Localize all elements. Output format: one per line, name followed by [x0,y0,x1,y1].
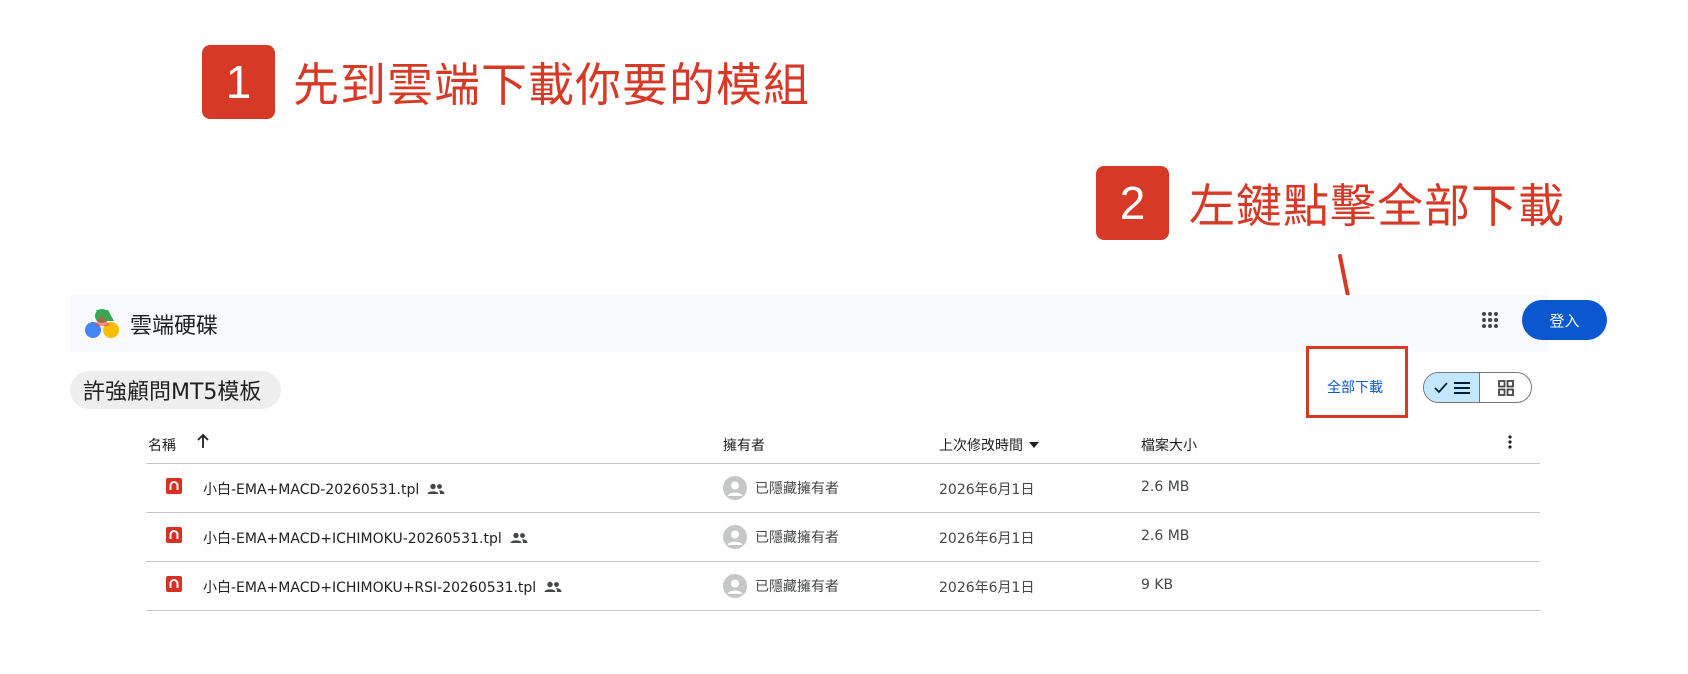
sort-down-caret-icon [1029,442,1039,448]
file-icon [166,478,182,494]
file-icon [166,576,182,592]
grid-view-button[interactable] [1480,373,1531,402]
drive-logo-icon[interactable] [84,308,120,340]
column-header-modified-label: 上次修改時間 [939,438,1023,454]
file-icon-cell [166,478,182,494]
app-name: 雲端硬碟 [130,313,219,339]
owner-cell: 已隱藏擁有者 [723,476,839,500]
modified-date: 2026年6月1日 [939,531,1035,547]
folder-title-chip[interactable]: 許強顧問MT5模板 [70,371,282,409]
column-header-size[interactable]: 檔案大小 [1141,435,1197,455]
file-name-cell[interactable]: 小白-EMA+MACD+ICHIMOKU-20260531.tpl [203,528,528,548]
step-instruction: 先到雲端下載你要的模組 [293,58,810,112]
annotation-highlight-box [1306,346,1408,418]
step-number-badge: 1 [202,45,275,119]
step-instruction: 左鍵點擊全部下載 [1189,179,1565,233]
avatar-icon [723,574,747,598]
file-size: 2.6 MB [1141,479,1190,495]
owner-cell: 已隱藏擁有者 [723,574,839,598]
grid-icon [1497,379,1514,396]
table-header: 名稱 擁有者 上次修改時間 檔案大小 [146,423,1540,464]
file-icon [166,527,182,543]
column-header-owner[interactable]: 擁有者 [723,435,765,455]
table-row[interactable]: 小白-EMA+MACD-20260531.tpl 已隱藏擁有者 2026年6月1… [146,464,1540,513]
login-button[interactable]: 登入 [1522,300,1607,340]
table-row[interactable]: 小白-EMA+MACD+ICHIMOKU+RSI-20260531.tpl 已隱… [146,562,1540,611]
avatar-icon [723,525,747,549]
file-size: 2.6 MB [1141,528,1190,544]
shared-people-icon [427,483,445,494]
view-toggle [1423,372,1532,403]
drive-header: 雲端硬碟 登入 [70,295,1607,352]
owner-cell: 已隱藏擁有者 [723,525,839,549]
modified-date: 2026年6月1日 [939,482,1035,498]
list-view-button[interactable] [1424,373,1480,402]
shared-people-icon [510,532,528,543]
shared-people-icon [544,581,562,592]
list-icon [1453,381,1470,394]
apps-grid-icon[interactable] [1481,311,1499,329]
step-number-badge: 2 [1096,166,1169,240]
owner-name: 已隱藏擁有者 [755,530,839,546]
owner-name: 已隱藏擁有者 [755,481,839,497]
check-icon [1433,381,1448,393]
annotation-step-2: 2 左鍵點擊全部下載 [1096,166,1565,240]
column-header-modified[interactable]: 上次修改時間 [939,435,1040,455]
folder-title: 許強顧問MT5模板 [83,380,262,405]
file-name-cell[interactable]: 小白-EMA+MACD-20260531.tpl [203,479,445,499]
file-icon-cell [166,527,182,543]
owner-name: 已隱藏擁有者 [755,579,839,595]
more-vert-icon [1508,435,1512,449]
file-name-cell[interactable]: 小白-EMA+MACD+ICHIMOKU+RSI-20260531.tpl [203,577,562,597]
file-name: 小白-EMA+MACD-20260531.tpl [203,482,420,498]
file-table: 名稱 擁有者 上次修改時間 檔案大小 小白-EMA+MACD-20260531.… [146,423,1540,611]
annotation-step-1: 1 先到雲端下載你要的模組 [202,45,810,119]
file-name: 小白-EMA+MACD+ICHIMOKU-20260531.tpl [203,531,502,547]
table-row[interactable]: 小白-EMA+MACD+ICHIMOKU-20260531.tpl 已隱藏擁有者… [146,513,1540,562]
more-options-button[interactable] [1508,435,1512,449]
modified-date: 2026年6月1日 [939,580,1035,596]
file-name: 小白-EMA+MACD+ICHIMOKU+RSI-20260531.tpl [203,580,537,596]
sort-up-arrow-icon [197,433,209,448]
sort-button[interactable] [196,433,210,449]
file-size: 9 KB [1141,577,1174,593]
column-header-name[interactable]: 名稱 [148,435,176,455]
file-icon-cell [166,576,182,592]
avatar-icon [723,476,747,500]
